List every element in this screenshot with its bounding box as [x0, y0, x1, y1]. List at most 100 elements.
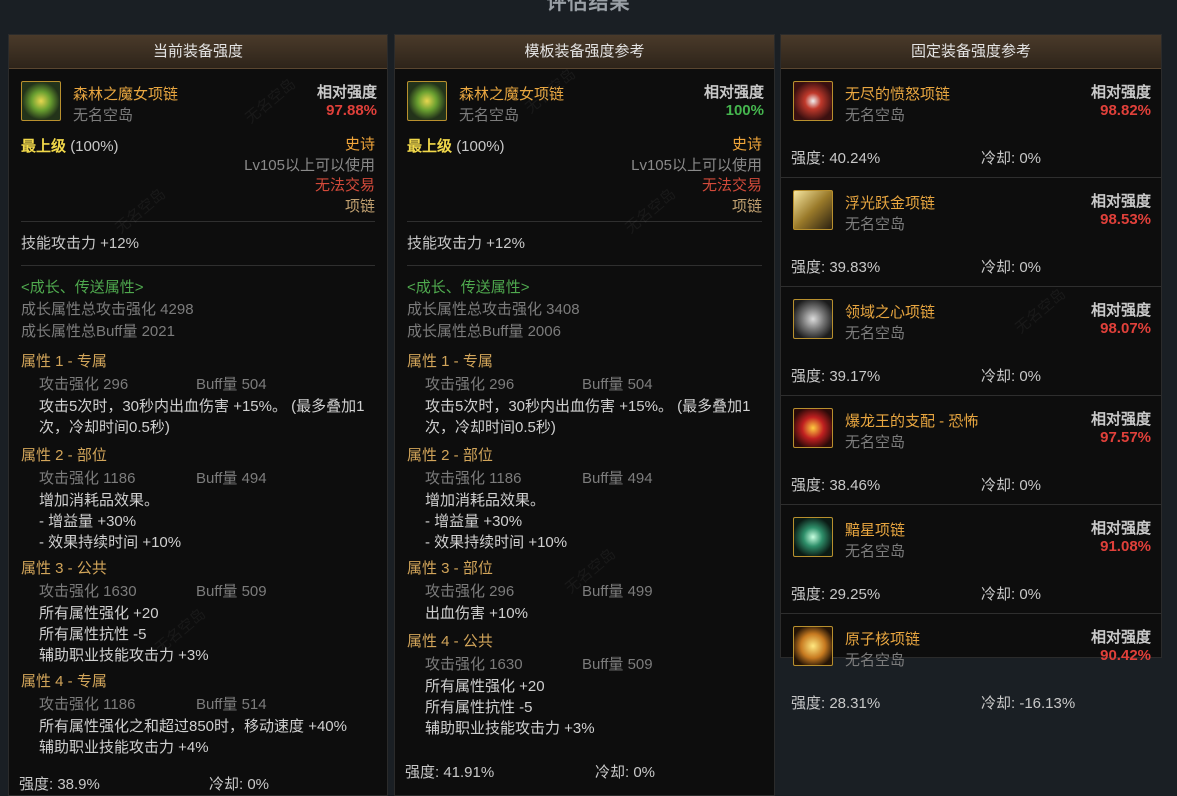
relative-strength-label: 相对强度 — [1090, 411, 1151, 428]
relative-strength-label: 相对强度 — [703, 84, 764, 101]
relative-strength-value: 100% — [725, 102, 764, 119]
item-name[interactable]: 森林之魔女项链 — [459, 83, 564, 104]
attribute-atk: 攻击强化 1186 — [425, 470, 522, 487]
strength-value: 强度: 41.91% — [405, 764, 495, 781]
attribute-line: 辅助职业技能攻击力 +3% — [39, 647, 209, 664]
strength-value: 强度: 39.83% — [791, 259, 881, 276]
attribute-buff: Buff量 499 — [582, 583, 653, 600]
divider — [407, 265, 762, 266]
strength-footer: 强度: 41.91% 冷却: 0% — [405, 761, 764, 783]
attribute-line: 辅助职业技能攻击力 +4% — [39, 739, 209, 756]
attribute-atk: 攻击强化 296 — [425, 376, 515, 393]
growth-buff-total: 成长属性总Buff量 2021 — [21, 323, 175, 340]
strength-value: 强度: 28.31% — [791, 695, 881, 712]
divider — [21, 221, 375, 222]
attribute-line: 增加消耗品效果。 — [425, 492, 546, 509]
grade-label: 最上级 — [21, 138, 67, 155]
wrath-necklace-icon[interactable] — [793, 81, 833, 121]
relative-strength-value: 98.82% — [1100, 102, 1151, 119]
relative-strength-label: 相对强度 — [1090, 84, 1151, 101]
item-header: 森林之魔女项链 无名空岛 相对强度 100% — [407, 79, 764, 129]
item-name[interactable]: 黯星项链 — [845, 519, 905, 540]
relative-strength-value: 90.42% — [1100, 647, 1151, 664]
slot-type: 项链 — [731, 197, 762, 215]
divider — [407, 221, 762, 222]
slot-type: 项链 — [344, 197, 375, 215]
strength-value: 强度: 39.17% — [791, 368, 881, 385]
growth-atk-total: 成长属性总攻击强化 4298 — [21, 301, 194, 318]
item-owner: 无名空岛 — [845, 107, 906, 124]
relative-strength-label: 相对强度 — [316, 84, 377, 101]
attribute-atk: 攻击强化 1186 — [39, 696, 136, 713]
list-item[interactable]: 爆龙王的支配 - 恐怖 无名空岛 相对强度 97.57% 强度: 38.46% 冷… — [781, 406, 1161, 505]
attribute-line: 攻击5次时，30秒内出血伤害 +15%。 (最多叠加1次，冷却时间0.5秒) — [425, 398, 751, 436]
item-name[interactable]: 爆龙王的支配 - 恐怖 — [845, 410, 978, 431]
skill-attack: 技能攻击力 +12% — [21, 235, 139, 252]
level-requirement: Lv105以上可以使用 — [631, 156, 762, 174]
attribute-atk: 攻击强化 296 — [425, 583, 515, 600]
attribute-line: 出血伤害 +10% — [425, 605, 528, 622]
attribute-list: 属性 1 - 专属 攻击强化 296 Buff量 504 攻击5次时，30秒内出血… — [9, 350, 387, 758]
domain-necklace-icon[interactable] — [793, 299, 833, 339]
item-header: 森林之魔女项链 无名空岛 相对强度 97.88% — [21, 79, 377, 129]
atom-necklace-icon[interactable] — [793, 626, 833, 666]
list-item[interactable]: 原子核项链 无名空岛 相对强度 90.42% 强度: 28.31% 冷却: -16… — [781, 624, 1161, 722]
attribute-2: 属性 2 - 部位 攻击强化 1186 Buff量 494 增加消耗品效果。 - … — [9, 444, 387, 553]
grade-pct: (100%) — [456, 138, 505, 155]
dragon-necklace-icon[interactable] — [793, 408, 833, 448]
attribute-4: 属性 4 - 公共 攻击强化 1630 Buff量 509 所有属性强化 +20 … — [395, 630, 774, 739]
item-name[interactable]: 森林之魔女项链 — [73, 83, 178, 104]
attribute-title: 属性 3 - 部位 — [407, 560, 493, 577]
attribute-line: 所有属性强化 +20 — [39, 605, 159, 622]
item-name[interactable]: 浮光跃金项链 — [845, 192, 935, 213]
forest-witch-necklace-icon[interactable] — [21, 81, 61, 121]
attribute-line: 所有属性抗性 -5 — [39, 626, 147, 643]
attribute-3: 属性 3 - 部位 攻击强化 296 Buff量 499 出血伤害 +10% — [395, 557, 774, 624]
relative-strength-value: 98.07% — [1100, 320, 1151, 337]
attribute-title: 属性 2 - 部位 — [407, 447, 493, 464]
skill-attack: 技能攻击力 +12% — [407, 235, 525, 252]
attribute-title: 属性 1 - 专属 — [21, 353, 107, 370]
gold-necklace-icon[interactable] — [793, 190, 833, 230]
relative-strength-value: 97.57% — [1100, 429, 1151, 446]
attribute-line: - 效果持续时间 +10% — [39, 534, 182, 551]
list-item[interactable]: 无尽的愤怒项链 无名空岛 相对强度 98.82% 强度: 40.24% 冷却: 0… — [781, 79, 1161, 178]
attribute-atk: 攻击强化 1186 — [39, 470, 136, 487]
trade-status: 无法交易 — [314, 177, 375, 194]
grade-label: 最上级 — [407, 138, 453, 155]
panel-header: 模板装备强度参考 — [395, 35, 774, 69]
current-equipment-panel: 当前装备强度 森林之魔女项链 无名空岛 相对强度 97.88% 最上级 (100… — [8, 34, 388, 796]
attribute-line: 所有属性强化 +20 — [425, 678, 545, 695]
relative-strength-label: 相对强度 — [1090, 193, 1151, 210]
attribute-buff: Buff量 494 — [582, 470, 653, 487]
trade-status: 无法交易 — [701, 177, 762, 194]
attribute-line: - 增益量 +30% — [425, 513, 523, 530]
dark-star-necklace-icon[interactable] — [793, 517, 833, 557]
attribute-title: 属性 2 - 部位 — [21, 447, 107, 464]
attribute-line: 所有属性强化之和超过850时，移动速度 +40% — [39, 718, 347, 735]
attribute-buff: Buff量 509 — [582, 656, 653, 673]
item-owner: 无名空岛 — [845, 543, 906, 560]
attribute-3: 属性 3 - 公共 攻击强化 1630 Buff量 509 所有属性强化 +20 … — [9, 557, 387, 666]
attribute-4: 属性 4 - 专属 攻击强化 1186 Buff量 514 所有属性强化之和超过8… — [9, 670, 387, 758]
level-requirement: Lv105以上可以使用 — [244, 156, 375, 174]
attribute-buff: Buff量 504 — [196, 376, 267, 393]
strength-value: 强度: 29.25% — [791, 586, 881, 603]
list-item[interactable]: 黯星项链 无名空岛 相对强度 91.08% 强度: 29.25% 冷却: 0% — [781, 515, 1161, 614]
cooldown-value: 冷却: 0% — [981, 259, 1042, 276]
attribute-buff: Buff量 494 — [196, 470, 267, 487]
item-name[interactable]: 领域之心项链 — [845, 301, 935, 322]
attribute-title: 属性 4 - 公共 — [407, 633, 493, 650]
relative-strength-label: 相对强度 — [1090, 302, 1151, 319]
attribute-1: 属性 1 - 专属 攻击强化 296 Buff量 504 攻击5次时，30秒内出血… — [9, 350, 387, 438]
attribute-line: 攻击5次时，30秒内出血伤害 +15%。 (最多叠加1次，冷却时间0.5秒) — [39, 398, 365, 436]
cooldown-value: 冷却: -16.13% — [981, 695, 1076, 712]
item-name[interactable]: 无尽的愤怒项链 — [845, 83, 950, 104]
attribute-list: 属性 1 - 专属 攻击强化 296 Buff量 504 攻击5次时，30秒内出血… — [395, 350, 774, 739]
item-name[interactable]: 原子核项链 — [845, 628, 920, 649]
list-item[interactable]: 浮光跃金项链 无名空岛 相对强度 98.53% 强度: 39.83% 冷却: 0% — [781, 188, 1161, 287]
panel-header: 当前装备强度 — [9, 35, 387, 69]
forest-witch-necklace-icon[interactable] — [407, 81, 447, 121]
list-item[interactable]: 领域之心项链 无名空岛 相对强度 98.07% 强度: 39.17% 冷却: 0% — [781, 297, 1161, 396]
item-owner: 无名空岛 — [459, 107, 520, 124]
